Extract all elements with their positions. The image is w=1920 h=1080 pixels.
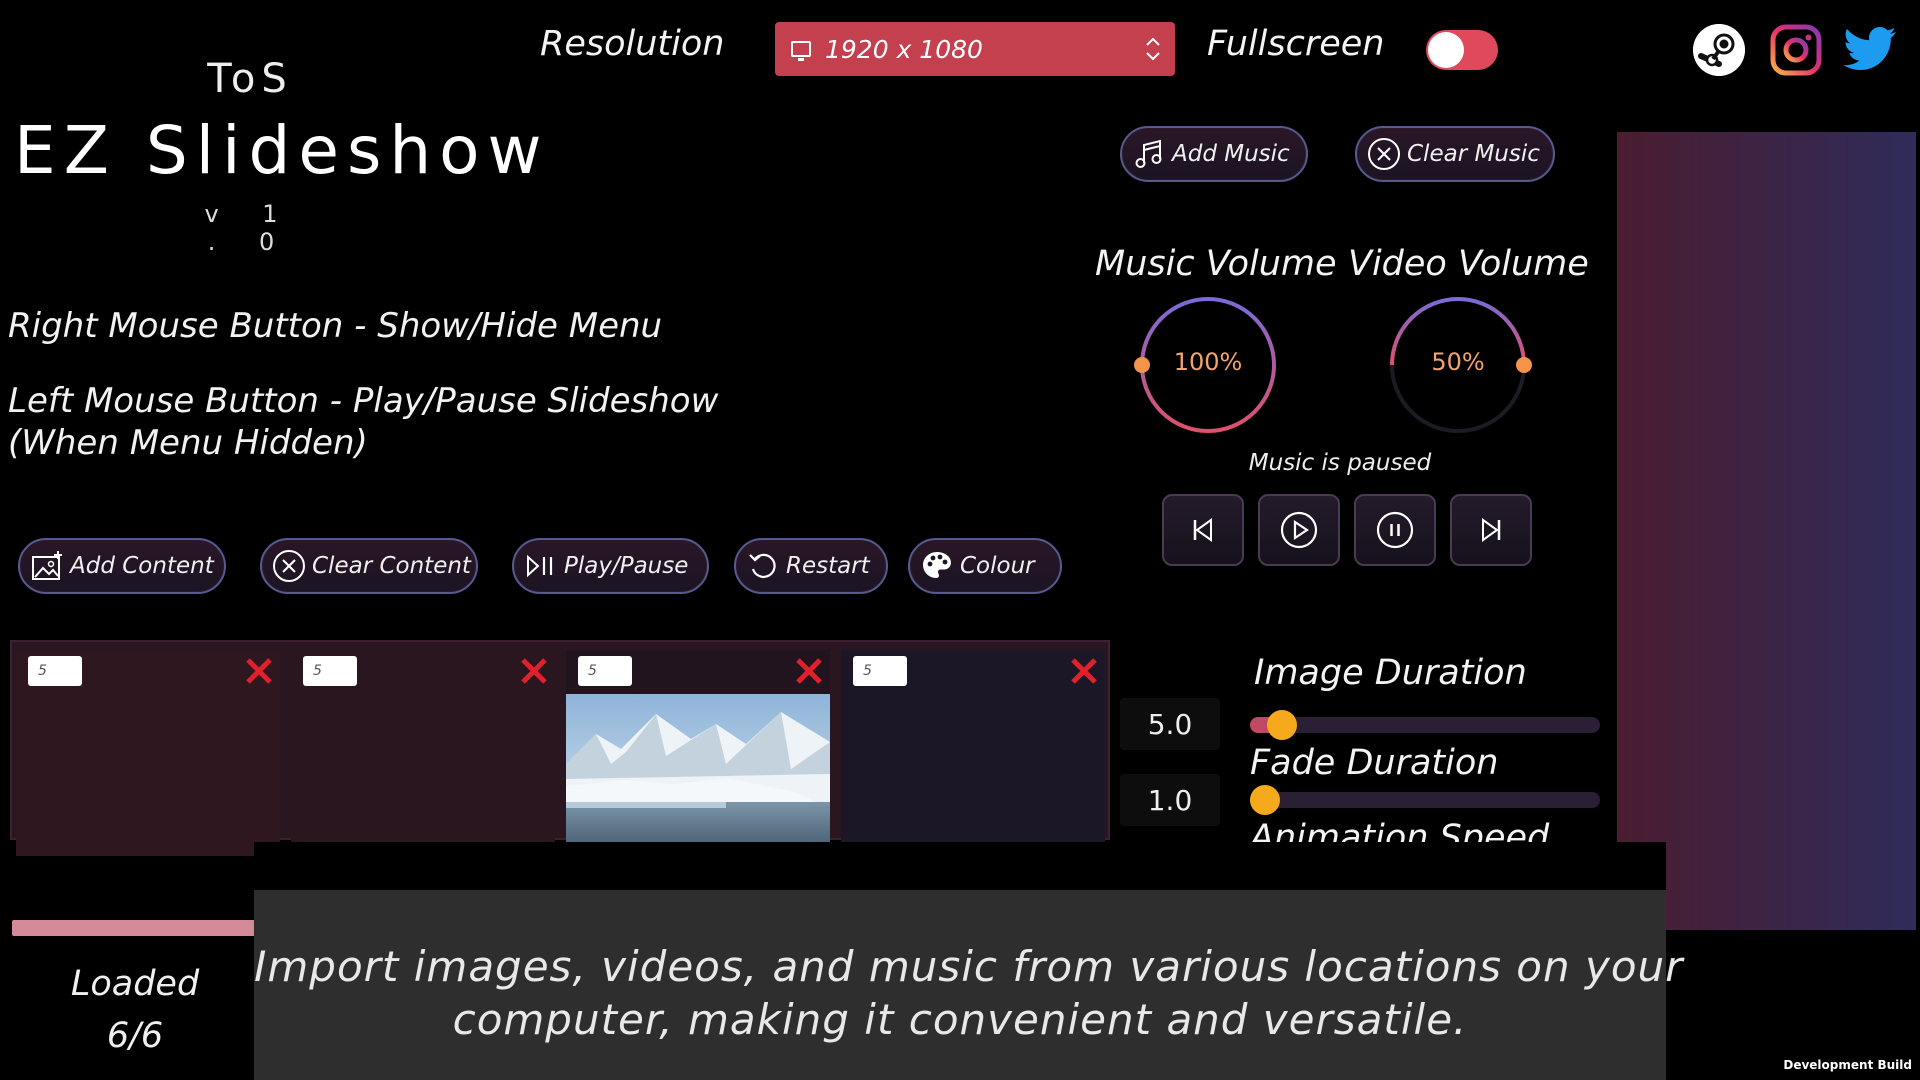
caption-line-2: computer, making it convenient and versa…: [452, 995, 1468, 1044]
image-duration-label: Image Duration: [1254, 653, 1527, 693]
resolution-label: Resolution: [540, 24, 725, 64]
delete-icon[interactable]: [244, 656, 274, 686]
duration-field[interactable]: 5: [853, 656, 907, 686]
duration-field[interactable]: 5: [28, 656, 82, 686]
image-duration-slider[interactable]: [1250, 710, 1600, 740]
music-volume-dial[interactable]: 100%: [1133, 290, 1283, 440]
content-item[interactable]: 5: [16, 650, 280, 856]
delete-icon[interactable]: [794, 656, 824, 686]
loaded-label: Loaded: [70, 964, 200, 1004]
palette-icon: [923, 552, 951, 578]
delete-icon[interactable]: [1069, 656, 1099, 686]
instruction-right-mouse: Right Mouse Button - Show/Hide Menu: [8, 306, 663, 346]
loaded-status: Loaded 6/6: [60, 958, 210, 1062]
duration-field[interactable]: 5: [303, 656, 357, 686]
image-duration-value[interactable]: 5.0: [1120, 698, 1220, 750]
delete-icon[interactable]: [519, 656, 549, 686]
pause-icon: [1376, 511, 1414, 549]
toggle-knob: [1428, 32, 1464, 68]
updown-chevron-icon: [1146, 37, 1160, 61]
instruction-left-mouse: Left Mouse Button - Play/Pause Slideshow: [8, 381, 719, 421]
close-circle-icon: [1368, 138, 1400, 170]
music-volume-label: Music Volume: [1095, 244, 1337, 284]
play-pause-icon: [527, 554, 553, 578]
restart-button[interactable]: Restart: [734, 538, 888, 594]
fade-duration-thumb[interactable]: [1250, 785, 1280, 815]
iceberg-thumbnail: [566, 694, 830, 844]
duration-field[interactable]: 5: [578, 656, 632, 686]
add-image-icon: [32, 551, 62, 580]
music-note-icon: [1135, 139, 1162, 168]
add-music-button[interactable]: Add Music: [1120, 126, 1308, 182]
next-track-icon: [1482, 518, 1501, 542]
fade-duration-value[interactable]: 1.0: [1120, 774, 1220, 826]
next-track-button[interactable]: [1450, 494, 1532, 566]
development-build-label: Development Build: [1783, 1058, 1912, 1072]
steam-icon[interactable]: [1693, 24, 1745, 76]
app-version: v 1 . 0: [204, 200, 296, 256]
content-grid: 5 5 5 5: [10, 640, 1110, 856]
image-duration-thumb[interactable]: [1266, 710, 1297, 740]
clear-content-label: Clear Content: [312, 553, 471, 579]
loaded-count: 6/6: [106, 1016, 164, 1056]
clear-music-label: Clear Music: [1407, 141, 1540, 167]
restart-icon: [749, 553, 776, 578]
instruction-left-mouse-note: (When Menu Hidden): [8, 423, 368, 463]
music-status: Music is paused: [1248, 450, 1432, 476]
previous-track-button[interactable]: [1162, 494, 1244, 566]
add-content-label: Add Content: [70, 553, 214, 579]
app-subtitle: ToS: [207, 56, 293, 102]
resolution-value: 1920 x 1080: [825, 34, 983, 64]
instagram-icon[interactable]: [1770, 24, 1822, 76]
play-button[interactable]: [1258, 494, 1340, 566]
content-item[interactable]: 5: [291, 650, 555, 856]
restart-label: Restart: [786, 553, 870, 579]
play-pause-button[interactable]: Play/Pause: [512, 538, 709, 594]
fullscreen-label: Fullscreen: [1207, 24, 1385, 64]
play-icon: [1280, 511, 1318, 549]
twitter-icon[interactable]: [1843, 26, 1897, 72]
colour-button[interactable]: Colour: [908, 538, 1062, 594]
caption-line-1: Import images, videos, and music from va…: [254, 942, 1684, 991]
fade-duration-slider[interactable]: [1250, 785, 1600, 815]
clear-content-button[interactable]: Clear Content: [260, 538, 478, 594]
content-item[interactable]: 5: [841, 650, 1105, 856]
monitor-icon: [791, 41, 811, 61]
play-pause-label: Play/Pause: [564, 553, 689, 579]
close-circle-icon: [273, 550, 305, 582]
caption-box: Import images, videos, and music from va…: [254, 890, 1684, 1080]
pause-button[interactable]: [1354, 494, 1436, 566]
video-volume-label: Video Volume: [1348, 244, 1589, 284]
video-volume-dial[interactable]: 50%: [1383, 290, 1533, 440]
music-volume-value: 100%: [1173, 348, 1243, 376]
preview-panel: [1617, 132, 1916, 930]
resolution-dropdown[interactable]: 1920 x 1080: [775, 22, 1175, 76]
clear-music-button[interactable]: Clear Music: [1355, 126, 1555, 182]
load-progress-bar: [12, 920, 255, 936]
add-content-button[interactable]: Add Content: [18, 538, 226, 594]
caption-strip: [254, 842, 1666, 890]
content-item[interactable]: 5: [566, 650, 830, 856]
add-music-label: Add Music: [1172, 141, 1290, 167]
video-volume-value: 50%: [1431, 348, 1485, 376]
app-title: EZ Slideshow: [14, 112, 550, 189]
fullscreen-toggle[interactable]: [1426, 30, 1498, 70]
fade-duration-label: Fade Duration: [1250, 743, 1499, 783]
colour-label: Colour: [960, 553, 1035, 579]
previous-track-icon: [1193, 518, 1212, 542]
